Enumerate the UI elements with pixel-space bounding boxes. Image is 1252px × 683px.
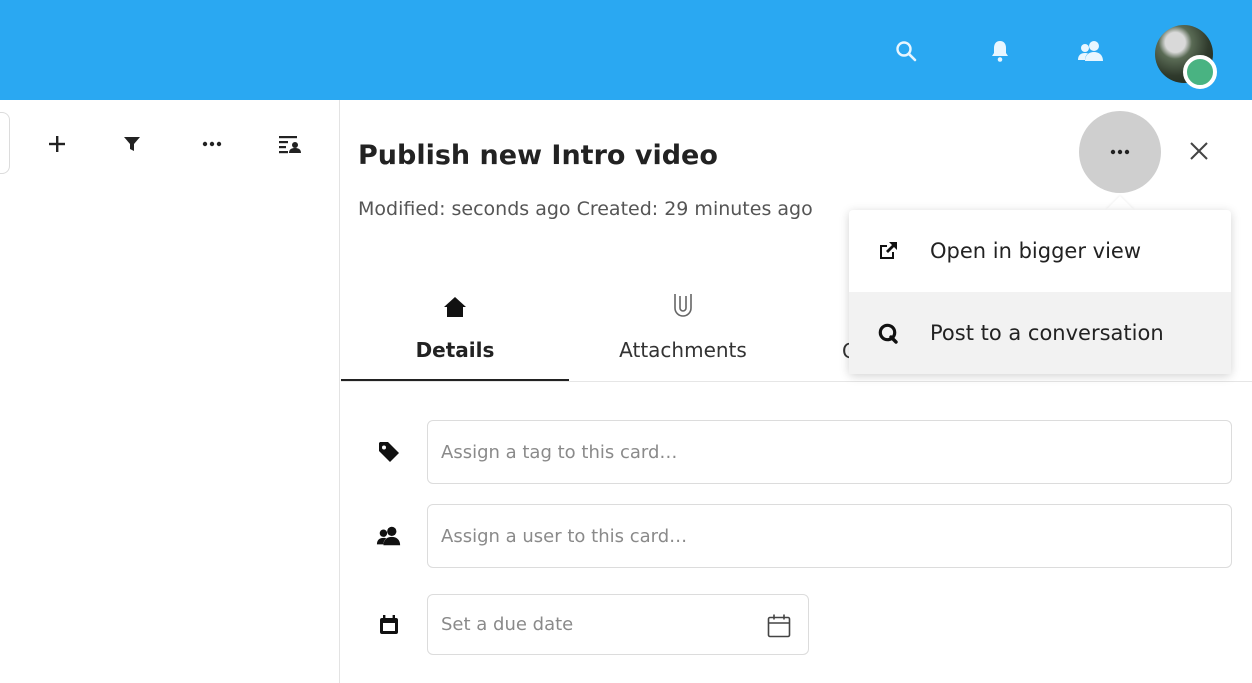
pane-divider bbox=[339, 100, 340, 683]
filter-icon[interactable] bbox=[116, 128, 148, 160]
tag-select-input[interactable]: Assign a tag to this card… bbox=[427, 420, 1232, 484]
card-meta: Modified: seconds ago Created: 29 minute… bbox=[358, 198, 813, 220]
online-status-badge bbox=[1183, 55, 1217, 89]
external-link-icon bbox=[875, 238, 901, 264]
avatar[interactable] bbox=[1155, 25, 1217, 89]
talk-icon bbox=[875, 320, 901, 346]
home-icon bbox=[443, 278, 467, 318]
calendar-icon bbox=[376, 612, 402, 638]
menu-item-label: Post to a conversation bbox=[930, 321, 1164, 345]
close-button[interactable] bbox=[1182, 134, 1216, 168]
actions-menu: Open in bigger view Post to a conversati… bbox=[849, 210, 1231, 374]
user-select-input[interactable]: Assign a user to this card… bbox=[427, 504, 1232, 568]
users-icon bbox=[376, 523, 402, 549]
view-toggle-icon[interactable] bbox=[274, 128, 306, 160]
tag-placeholder: Assign a tag to this card… bbox=[441, 441, 678, 463]
tab-attachments[interactable]: Attachments bbox=[569, 278, 797, 382]
more-actions-button[interactable] bbox=[1079, 111, 1161, 193]
more-icon bbox=[1110, 149, 1130, 155]
left-pane-edge bbox=[0, 112, 10, 174]
popover-arrow bbox=[1106, 196, 1134, 210]
paperclip-icon bbox=[672, 278, 694, 318]
contacts-icon[interactable] bbox=[1076, 38, 1106, 64]
due-date-placeholder: Set a due date bbox=[441, 614, 574, 635]
user-placeholder: Assign a user to this card… bbox=[441, 525, 688, 547]
date-picker-icon[interactable] bbox=[766, 613, 792, 644]
tab-label: Details bbox=[415, 338, 495, 362]
menu-item-label: Open in bigger view bbox=[930, 239, 1141, 263]
tabs-divider bbox=[341, 381, 1252, 382]
close-icon bbox=[1190, 142, 1208, 160]
tab-details[interactable]: Details bbox=[341, 278, 569, 382]
tag-icon bbox=[376, 439, 402, 465]
header-bar bbox=[0, 0, 1252, 100]
card-title[interactable]: Publish new Intro video bbox=[358, 140, 718, 171]
plus-icon[interactable] bbox=[41, 128, 73, 160]
tab-label: Attachments bbox=[619, 338, 747, 362]
search-icon[interactable] bbox=[893, 38, 919, 64]
due-date-input[interactable]: Set a due date bbox=[427, 594, 809, 655]
more-icon[interactable] bbox=[196, 128, 228, 160]
menu-item-post-to-conversation[interactable]: Post to a conversation bbox=[849, 292, 1231, 374]
menu-item-open-bigger-view[interactable]: Open in bigger view bbox=[849, 210, 1231, 292]
bell-icon[interactable] bbox=[987, 38, 1013, 64]
